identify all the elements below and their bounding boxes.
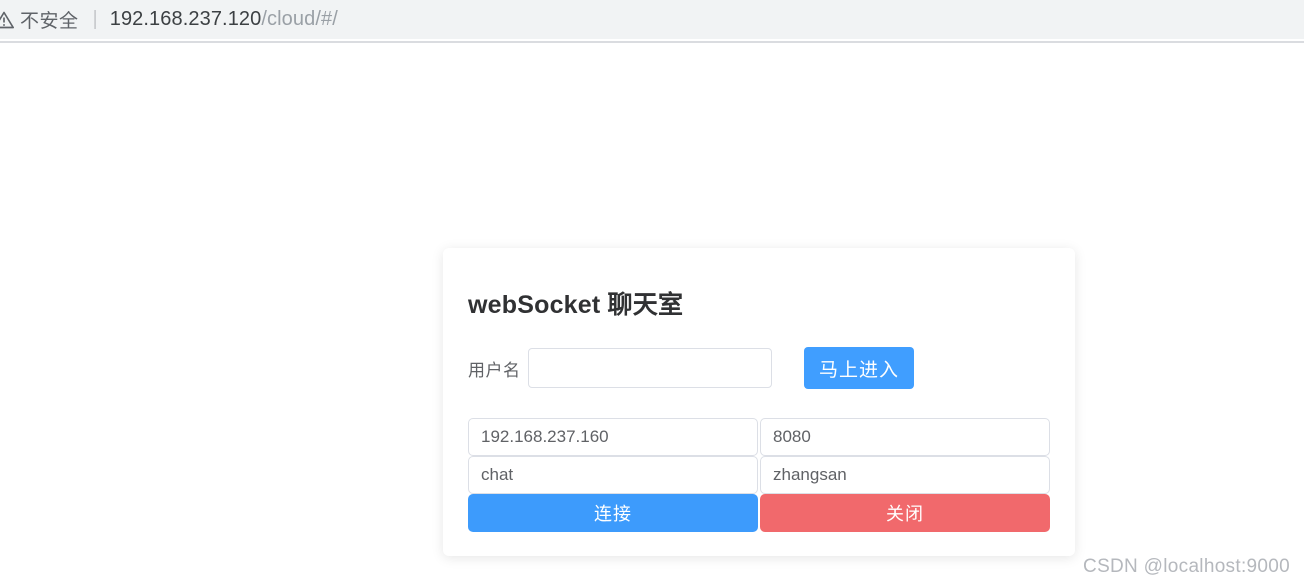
- page-title: webSocket 聊天室: [468, 291, 684, 319]
- connection-settings-grid: 连接 关闭: [468, 418, 1050, 532]
- close-button[interactable]: 关闭: [760, 494, 1050, 532]
- url-separator: |: [92, 8, 98, 30]
- url-path: /cloud/#/: [261, 8, 338, 30]
- username-label: 用户名: [468, 360, 521, 380]
- address-bar-url[interactable]: 192.168.237.120/cloud/#/: [110, 8, 338, 31]
- client-username-input[interactable]: [760, 456, 1050, 494]
- enter-room-button[interactable]: 马上进入: [804, 347, 914, 389]
- websocket-chat-card: webSocket 聊天室 用户名 马上进入 连接 关闭: [443, 248, 1075, 556]
- browser-toolbar: 不安全 | 192.168.237.120/cloud/#/: [0, 0, 1304, 39]
- username-input[interactable]: [528, 348, 772, 388]
- connect-button[interactable]: 连接: [468, 494, 758, 532]
- page-content: webSocket 聊天室 用户名 马上进入 连接 关闭 CSDN @local…: [0, 43, 1304, 584]
- card-body: webSocket 聊天室 用户名 马上进入 连接 关闭: [468, 248, 1050, 532]
- url-host: 192.168.237.120: [109, 8, 262, 30]
- security-label: 不安全: [20, 11, 79, 32]
- port-input[interactable]: [760, 418, 1050, 456]
- watermark: CSDN @localhost:9000: [1083, 556, 1290, 577]
- site-security-indicator[interactable]: 不安全: [0, 6, 79, 33]
- topic-input[interactable]: [468, 456, 758, 494]
- username-row: 用户名 马上进入: [468, 347, 1050, 389]
- host-input[interactable]: [468, 418, 758, 456]
- warning-triangle-icon: [0, 11, 14, 28]
